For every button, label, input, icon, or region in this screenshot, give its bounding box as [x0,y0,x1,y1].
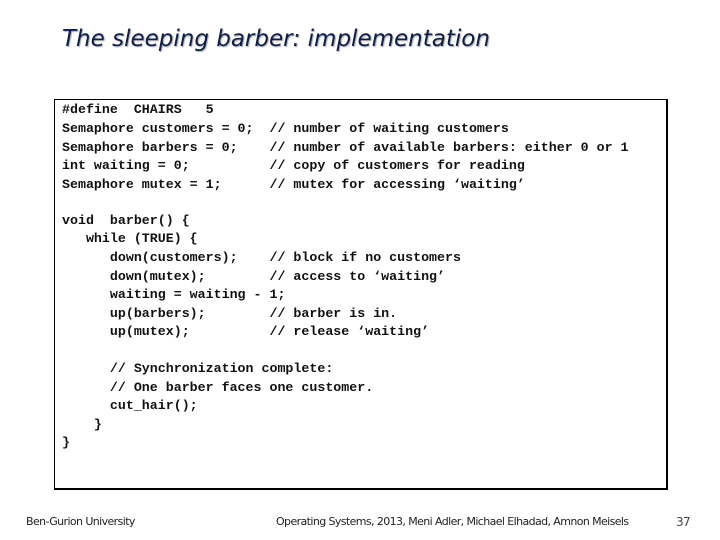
code-line: Semaphore mutex = 1; // mutex for access… [62,177,525,192]
page-number: 37 [676,515,691,529]
code-line: int waiting = 0; // copy of customers fo… [62,158,525,173]
code-line: down(customers); // block if no customer… [62,250,461,265]
code-line: Semaphore barbers = 0; // number of avai… [62,140,629,155]
footer-institution: Ben-Gurion University [26,515,135,528]
code-block: #define CHAIRS 5 Semaphore customers = 0… [54,99,668,490]
code-line: } [62,417,102,432]
code-line: // Synchronization complete: [62,361,334,376]
code-line: up(mutex); // release ‘waiting’ [62,324,430,339]
code-line: down(mutex); // access to ‘waiting’ [62,269,446,284]
code-line: Semaphore customers = 0; // number of wa… [62,121,509,136]
code-line: #define CHAIRS 5 [62,102,214,117]
footer-course-info: Operating Systems, 2013, Meni Adler, Mic… [276,515,629,528]
code-line: while (TRUE) { [62,231,198,246]
slide-title: The sleeping barber: implementation [62,26,490,52]
code-line: // One barber faces one customer. [62,380,374,395]
code-line: void barber() { [62,213,190,228]
code-line: cut_hair(); [62,398,198,413]
code-line: waiting = waiting - 1; [62,287,286,302]
code-line: up(barbers); // barber is in. [62,306,398,321]
code-line: } [62,435,70,450]
